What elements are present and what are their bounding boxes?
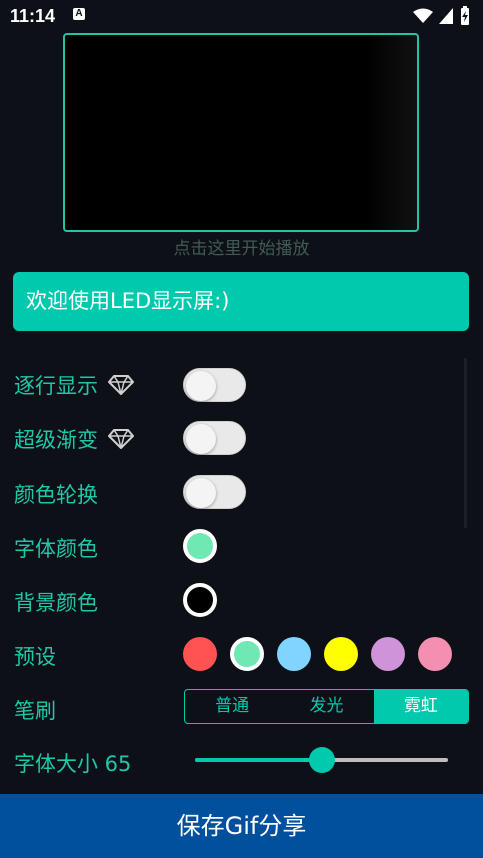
row-brush: 笔刷 xyxy=(14,695,56,725)
diamond-icon xyxy=(108,375,134,395)
row-presets: 预设 xyxy=(14,641,56,671)
row-line-by-line: 逐行显示 xyxy=(14,370,134,400)
color-cycle-label: 颜色轮换 xyxy=(14,483,98,507)
wifi-icon xyxy=(413,8,433,23)
bg-color-label: 背景颜色 xyxy=(14,591,98,615)
preset-swatch[interactable] xyxy=(324,637,358,671)
led-preview[interactable] xyxy=(63,33,419,232)
font-size-label: 字体大小 65 xyxy=(14,752,132,776)
line-by-line-toggle[interactable] xyxy=(183,368,246,402)
brush-option-neon[interactable]: 霓虹 xyxy=(373,690,468,723)
row-color-cycle: 颜色轮换 xyxy=(14,479,98,509)
preset-swatch[interactable] xyxy=(183,637,217,671)
row-super-gradient: 超级渐变 xyxy=(14,424,134,454)
preset-swatch[interactable] xyxy=(230,637,264,671)
row-bg-color: 背景颜色 xyxy=(14,587,98,617)
super-gradient-label: 超级渐变 xyxy=(14,428,98,452)
status-icons xyxy=(413,6,471,26)
font-color-label: 字体颜色 xyxy=(14,537,98,561)
line-by-line-label: 逐行显示 xyxy=(14,374,98,398)
toggle-knob xyxy=(186,478,216,508)
battery-charging-icon xyxy=(461,6,469,25)
preset-swatch[interactable] xyxy=(371,637,405,671)
slider-fill xyxy=(195,758,322,762)
presets-label: 预设 xyxy=(14,645,56,669)
preview-hint: 点击这里开始播放 xyxy=(173,239,310,259)
brush-label: 笔刷 xyxy=(14,699,56,723)
brush-option-normal[interactable]: 普通 xyxy=(185,690,279,723)
font-color-swatch[interactable] xyxy=(183,529,217,563)
status-time: 11:14 xyxy=(10,6,56,26)
font-size-slider[interactable] xyxy=(195,747,448,773)
save-gif-share-button[interactable]: 保存Gif分享 xyxy=(0,794,483,858)
row-font-size: 字体大小 65 xyxy=(14,748,131,778)
signal-icon xyxy=(439,8,453,24)
status-bar: 11:14 A xyxy=(0,0,483,30)
diamond-icon xyxy=(108,429,134,449)
preset-swatch[interactable] xyxy=(418,637,452,671)
super-gradient-toggle[interactable] xyxy=(183,421,246,455)
color-cycle-toggle[interactable] xyxy=(183,475,246,509)
preset-swatch[interactable] xyxy=(277,637,311,671)
slider-thumb[interactable] xyxy=(308,747,335,773)
notification-icon: A xyxy=(73,8,85,20)
scrollbar[interactable] xyxy=(464,358,467,528)
brush-option-glow[interactable]: 发光 xyxy=(279,690,373,723)
led-text-field[interactable]: 欢迎使用LED显示屏:) xyxy=(13,272,469,331)
row-font-color: 字体颜色 xyxy=(14,533,98,563)
bg-color-swatch[interactable] xyxy=(183,583,217,617)
brush-segmented-control: 普通 发光 霓虹 xyxy=(184,689,469,724)
toggle-knob xyxy=(186,424,216,454)
toggle-knob xyxy=(186,371,216,401)
